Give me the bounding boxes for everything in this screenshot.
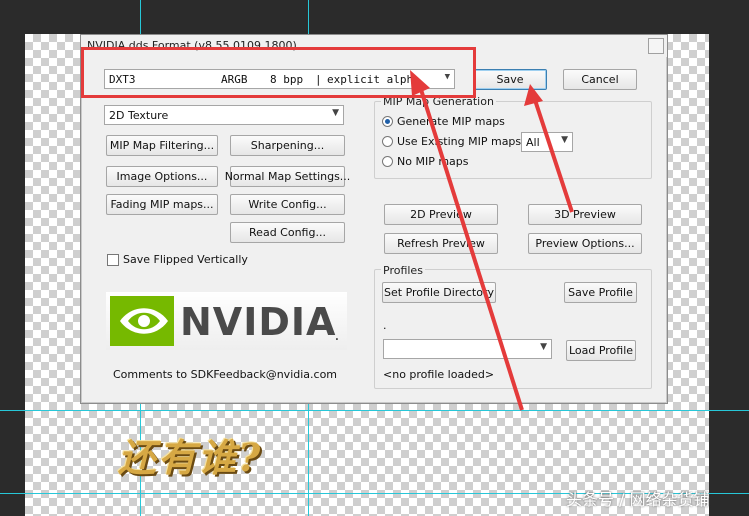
- watermark: 头条号 / 网络杂货铺: [566, 490, 710, 509]
- title-art: 还有谁?: [118, 435, 263, 480]
- arrow-head-save: [524, 84, 543, 106]
- arrow-to-format: [416, 79, 524, 411]
- annotation-arrows: [410, 70, 574, 411]
- arrow-head-format: [410, 70, 430, 96]
- arrow-to-save: [531, 93, 574, 213]
